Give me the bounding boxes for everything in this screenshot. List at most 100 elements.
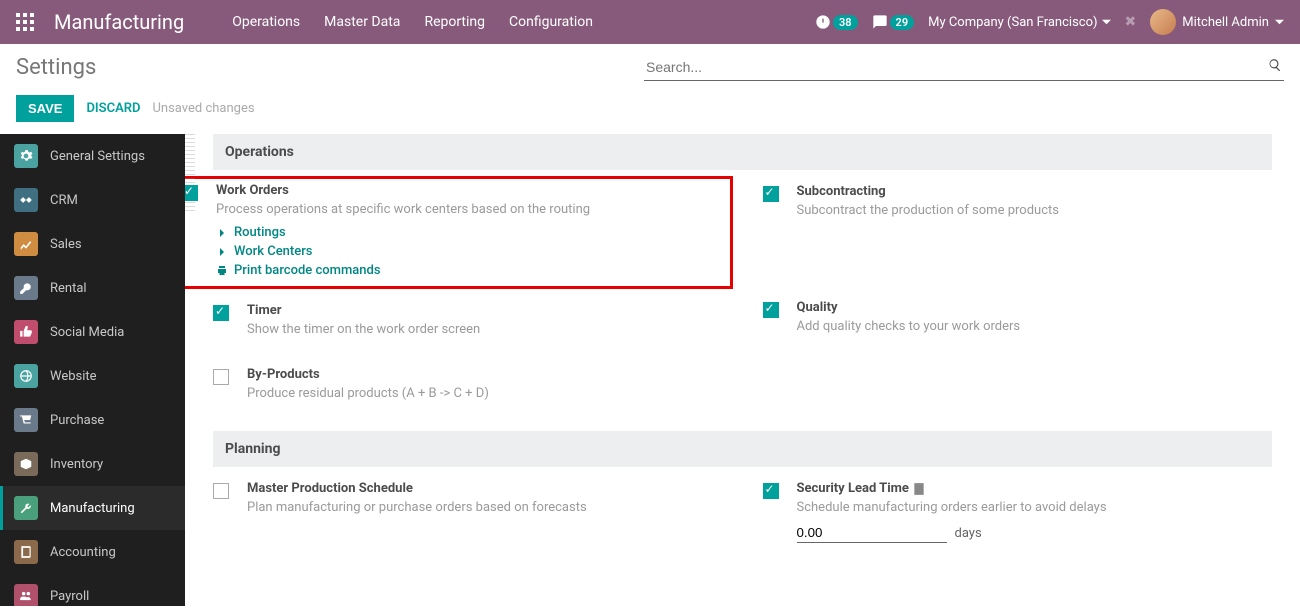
setting-desc: Subcontract the production of some produ… <box>797 203 1273 218</box>
user-name: Mitchell Admin <box>1182 15 1269 30</box>
setting-title: Work Orders <box>216 183 722 198</box>
setting-security-lead-time: Security Lead Time Schedule manufacturin… <box>763 481 1273 543</box>
sidebar-item-label: Sales <box>50 237 82 252</box>
unsaved-label: Unsaved changes <box>152 101 254 116</box>
people-icon <box>14 584 38 606</box>
lead-time-unit: days <box>955 526 982 541</box>
sidebar-item-label: Purchase <box>50 413 104 428</box>
settings-sidebar: General Settings CRM Sales Rental Social… <box>0 134 185 606</box>
globe-icon <box>14 364 38 388</box>
sidebar-item-manufacturing[interactable]: Manufacturing <box>0 486 185 530</box>
section-header-operations: Operations <box>213 134 1272 170</box>
header-row: Settings <box>0 44 1300 91</box>
sidebar-item-general-settings[interactable]: General Settings <box>0 134 185 178</box>
sidebar-item-rental[interactable]: Rental <box>0 266 185 310</box>
nav-reporting[interactable]: Reporting <box>424 14 485 30</box>
link-work-centers[interactable]: Work Centers <box>216 244 722 259</box>
sidebar-item-label: CRM <box>50 193 78 208</box>
setting-mps: Master Production Schedule Plan manufact… <box>213 481 723 523</box>
gear-icon <box>14 144 38 168</box>
setting-desc: Show the timer on the work order screen <box>247 322 723 337</box>
body-row: General Settings CRM Sales Rental Social… <box>0 134 1300 606</box>
highlight-work-orders: Work Orders Process operations at specif… <box>185 176 733 289</box>
setting-quality: Quality Add quality checks to your work … <box>763 300 1273 342</box>
sidebar-item-social-media[interactable]: Social Media <box>0 310 185 354</box>
activity-badge: 38 <box>833 15 858 30</box>
app-brand[interactable]: Manufacturing <box>54 10 184 34</box>
setting-title: Quality <box>797 300 1273 315</box>
setting-desc: Process operations at specific work cent… <box>216 202 722 217</box>
discard-button[interactable]: DISCARD <box>86 101 140 116</box>
top-nav: Operations Master Data Reporting Configu… <box>232 14 815 30</box>
action-row: SAVE DISCARD Unsaved changes <box>0 91 1300 134</box>
sidebar-item-label: Inventory <box>50 457 103 472</box>
sidebar-item-label: Rental <box>50 281 87 296</box>
sidebar-item-label: Social Media <box>50 325 124 340</box>
setting-title: Security Lead Time <box>797 481 1273 496</box>
content-area: Operations Work Orders Process operation… <box>185 134 1300 606</box>
sidebar-item-label: General Settings <box>50 149 145 164</box>
sidebar-item-crm[interactable]: CRM <box>0 178 185 222</box>
company-name: My Company (San Francisco) <box>928 15 1097 30</box>
building-icon <box>912 482 926 496</box>
link-print-barcode[interactable]: Print barcode commands <box>216 263 722 278</box>
setting-title: Timer <box>247 303 723 318</box>
checkbox-work-orders[interactable] <box>185 185 198 201</box>
checkbox-by-products[interactable] <box>213 369 229 385</box>
search-input[interactable] <box>646 59 1268 75</box>
apps-icon[interactable] <box>16 13 34 31</box>
nav-configuration[interactable]: Configuration <box>509 14 593 30</box>
messages-indicator[interactable]: 29 <box>872 14 915 30</box>
sidebar-item-website[interactable]: Website <box>0 354 185 398</box>
search-icon[interactable] <box>1268 58 1282 76</box>
checkbox-timer[interactable] <box>213 305 229 321</box>
topbar-right: 38 29 My Company (San Francisco) ✖ Mitch… <box>815 9 1284 35</box>
setting-title: Subcontracting <box>797 184 1273 199</box>
setting-desc: Plan manufacturing or purchase orders ba… <box>247 500 723 515</box>
setting-desc: Schedule manufacturing orders earlier to… <box>797 500 1273 515</box>
thumbs-up-icon <box>14 320 38 344</box>
activity-indicator[interactable]: 38 <box>815 14 858 30</box>
section-header-planning: Planning <box>213 431 1272 467</box>
setting-timer: Timer Show the timer on the work order s… <box>213 303 723 345</box>
handshake-icon <box>14 188 38 212</box>
checkbox-security-lead[interactable] <box>763 483 779 499</box>
setting-by-products: By-Products Produce residual products (A… <box>213 367 723 409</box>
sidebar-item-sales[interactable]: Sales <box>0 222 185 266</box>
save-button[interactable]: SAVE <box>16 95 74 122</box>
setting-desc: Produce residual products (A + B -> C + … <box>247 386 723 401</box>
cart-icon <box>14 408 38 432</box>
sidebar-item-label: Manufacturing <box>50 501 135 516</box>
chart-icon <box>14 232 38 256</box>
messages-badge: 29 <box>890 15 915 30</box>
book-icon <box>14 540 38 564</box>
drag-handle[interactable] <box>185 134 195 214</box>
debug-icon[interactable]: ✖ <box>1125 14 1137 30</box>
search-wrap <box>644 54 1284 81</box>
box-icon <box>14 452 38 476</box>
setting-title: By-Products <box>247 367 723 382</box>
sidebar-item-purchase[interactable]: Purchase <box>0 398 185 442</box>
setting-title: Master Production Schedule <box>247 481 723 496</box>
topbar: Manufacturing Operations Master Data Rep… <box>0 0 1300 44</box>
setting-desc: Add quality checks to your work orders <box>797 319 1273 334</box>
sidebar-item-payroll[interactable]: Payroll <box>0 574 185 606</box>
lead-time-input[interactable] <box>797 523 947 543</box>
sidebar-item-label: Accounting <box>50 545 116 560</box>
checkbox-subcontracting[interactable] <box>763 186 779 202</box>
nav-operations[interactable]: Operations <box>232 14 300 30</box>
key-icon <box>14 276 38 300</box>
link-routings[interactable]: Routings <box>216 225 722 240</box>
checkbox-mps[interactable] <box>213 483 229 499</box>
avatar <box>1150 9 1176 35</box>
sidebar-item-label: Website <box>50 369 97 384</box>
setting-subcontracting: Subcontracting Subcontract the productio… <box>763 184 1273 226</box>
sidebar-item-inventory[interactable]: Inventory <box>0 442 185 486</box>
sidebar-item-accounting[interactable]: Accounting <box>0 530 185 574</box>
nav-master-data[interactable]: Master Data <box>324 14 400 30</box>
checkbox-quality[interactable] <box>763 302 779 318</box>
page-title: Settings <box>16 55 96 80</box>
company-switcher[interactable]: My Company (San Francisco) <box>928 15 1110 30</box>
setting-work-orders: Work Orders Process operations at specif… <box>185 183 722 278</box>
user-menu[interactable]: Mitchell Admin <box>1150 9 1284 35</box>
